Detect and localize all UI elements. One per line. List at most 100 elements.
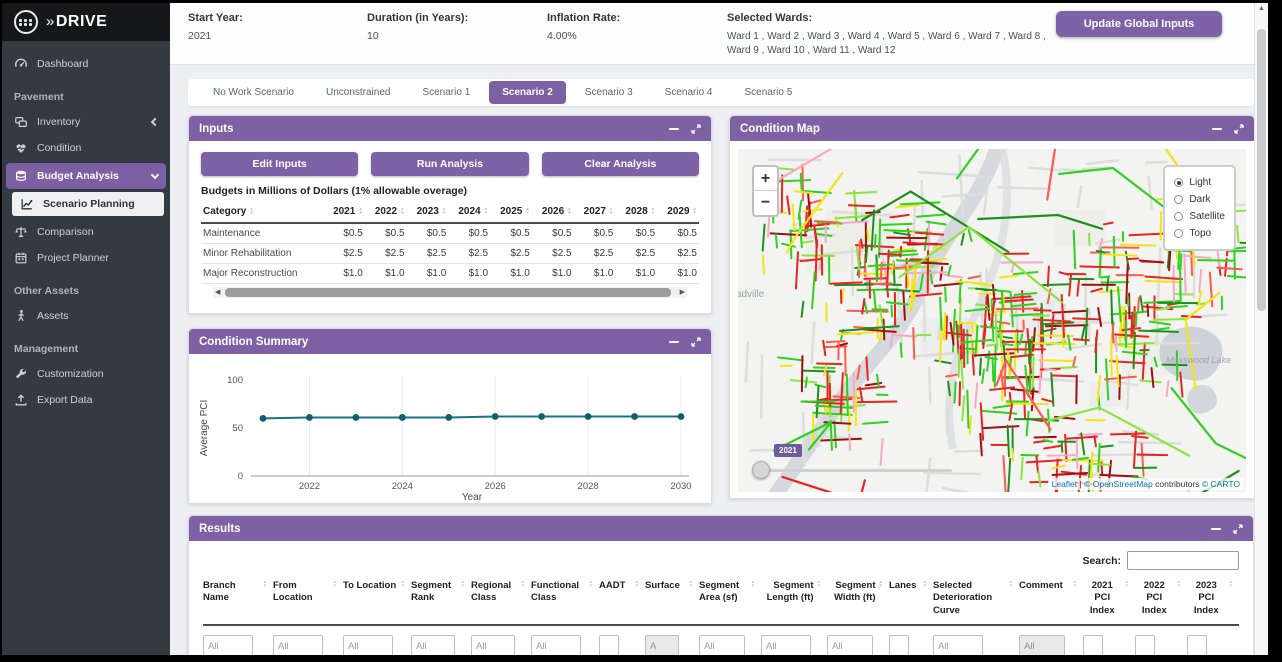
sort-icon[interactable] [442,207,446,215]
sort-icon[interactable] [484,207,488,215]
filter-input[interactable] [343,635,393,655]
sort-icon[interactable] [461,580,465,588]
carto-link[interactable]: © CARTO [1202,479,1240,489]
tab-scenario-5[interactable]: Scenario 5 [731,81,805,104]
logo-bar[interactable]: »DRIVE [2,3,170,41]
sidebar-item-comparison[interactable]: Comparison [2,219,170,245]
sort-icon[interactable] [521,580,525,588]
sort-icon[interactable] [1073,580,1077,588]
filter-input[interactable] [411,635,455,655]
results-col-header[interactable]: Segment Length (ft) [761,580,827,605]
filter-input[interactable] [827,635,873,655]
budget-col-header[interactable]: 2029 [657,201,699,223]
budget-col-header[interactable]: 2024 [448,201,490,223]
results-col-header[interactable]: AADT [599,580,645,592]
results-col-header[interactable]: From Location [273,580,343,605]
sort-icon[interactable] [1177,580,1181,588]
leaflet-link[interactable]: Leaflet [1052,479,1078,489]
filter-input[interactable] [699,635,745,655]
budget-col-header[interactable]: 2026 [532,201,574,223]
budget-table-hscrollbar[interactable]: ◀ ▶ [213,287,687,298]
filter-input[interactable] [471,635,515,655]
tab-unconstrained[interactable]: Unconstrained [313,81,403,104]
layer-option-light[interactable]: Light [1174,174,1225,191]
radio-icon[interactable] [1174,212,1183,221]
sort-icon[interactable] [1229,580,1233,588]
sort-icon[interactable] [333,580,337,588]
sort-icon[interactable] [400,207,404,215]
scroll-up-icon[interactable]: ▲ [1255,5,1268,12]
collapse-icon[interactable] [669,341,679,343]
expand-icon[interactable] [691,337,701,347]
scroll-right-icon[interactable]: ▶ [680,288,685,296]
results-col-header[interactable]: Lanes [889,580,933,592]
results-col-header[interactable]: Comment [1019,580,1083,592]
sort-icon[interactable] [589,580,593,588]
collapse-icon[interactable] [669,128,679,130]
sort-icon[interactable] [635,580,639,588]
results-col-header[interactable]: Segment Area (sf) [699,580,761,605]
scroll-left-icon[interactable]: ◀ [215,288,220,296]
results-col-header[interactable]: Surface [645,580,699,592]
sort-icon[interactable] [249,207,253,215]
sort-icon[interactable] [567,207,571,215]
results-col-header[interactable]: Functional Class [531,580,599,605]
results-col-header[interactable]: Segment Width (ft) [827,580,889,605]
results-col-header[interactable]: To Location [343,580,411,592]
budget-col-header[interactable]: 2023 [407,201,449,223]
sort-icon[interactable] [689,580,693,588]
results-col-header[interactable]: Regional Class [471,580,531,605]
update-global-inputs-button[interactable]: Update Global Inputs [1056,11,1222,37]
filter-select[interactable]: A [645,635,679,655]
radio-icon[interactable] [1174,195,1183,204]
budget-col-header[interactable]: 2028 [615,201,657,223]
budget-col-header[interactable]: 2027 [574,201,616,223]
layer-option-satellite[interactable]: Satellite [1174,208,1225,225]
radio-icon[interactable] [1174,229,1183,238]
filter-input[interactable] [531,635,581,655]
edit-inputs-button[interactable]: Edit Inputs [201,152,358,176]
expand-icon[interactable] [1233,524,1243,534]
sidebar-item-inventory[interactable]: Inventory [2,109,170,135]
timeline-slider-handle[interactable] [752,461,770,479]
sidebar-item-scenario-planning[interactable]: Scenario Planning [12,192,164,216]
tab-scenario-3[interactable]: Scenario 3 [572,81,646,104]
results-col-header[interactable]: 2021 PCI Index [1083,580,1135,617]
hscroll-thumb[interactable] [225,288,671,297]
collapse-icon[interactable] [1211,528,1221,530]
tab-scenario-4[interactable]: Scenario 4 [652,81,726,104]
zoom-in-button[interactable]: + [754,167,777,191]
sort-icon[interactable] [263,580,267,588]
tab-scenario-1[interactable]: Scenario 1 [409,81,483,104]
filter-input[interactable] [203,635,253,655]
leaflet-map[interactable]: + − Light Dark Satellite Topo Meadville … [738,149,1246,492]
budget-col-header[interactable]: 2025 [490,201,532,223]
filter-input[interactable] [1135,635,1155,655]
vscroll-thumb[interactable] [1257,29,1266,311]
layer-option-topo[interactable]: Topo [1174,225,1225,242]
filter-input[interactable] [599,635,619,655]
sort-icon[interactable] [525,207,529,215]
results-col-header[interactable]: Selected Deterioration Curve [933,580,1019,617]
expand-icon[interactable] [691,124,701,134]
sort-icon[interactable] [1009,580,1013,588]
tab-scenario-2[interactable]: Scenario 2 [489,81,566,104]
sidebar-item-assets[interactable]: Assets [2,303,170,329]
filter-input[interactable] [933,635,983,655]
filter-select[interactable]: All [1019,635,1065,655]
zoom-out-button[interactable]: − [754,191,777,215]
sidebar-item-project-planner[interactable]: Project Planner [2,245,170,271]
collapse-icon[interactable] [1212,128,1222,130]
sidebar-item-budget-analysis[interactable]: Budget Analysis [6,163,166,189]
sidebar-item-condition[interactable]: Condition [2,135,170,161]
sort-icon[interactable] [358,207,362,215]
search-input[interactable] [1127,551,1239,570]
expand-icon[interactable] [1234,124,1244,134]
filter-input[interactable] [761,635,811,655]
page-scrollbar[interactable]: ▲ [1254,3,1268,655]
sort-icon[interactable] [879,580,883,588]
sort-icon[interactable] [1125,580,1129,588]
timeline-slider-track[interactable] [760,469,952,472]
radio-icon[interactable] [1174,178,1183,187]
budget-col-header[interactable]: 2022 [365,201,407,223]
